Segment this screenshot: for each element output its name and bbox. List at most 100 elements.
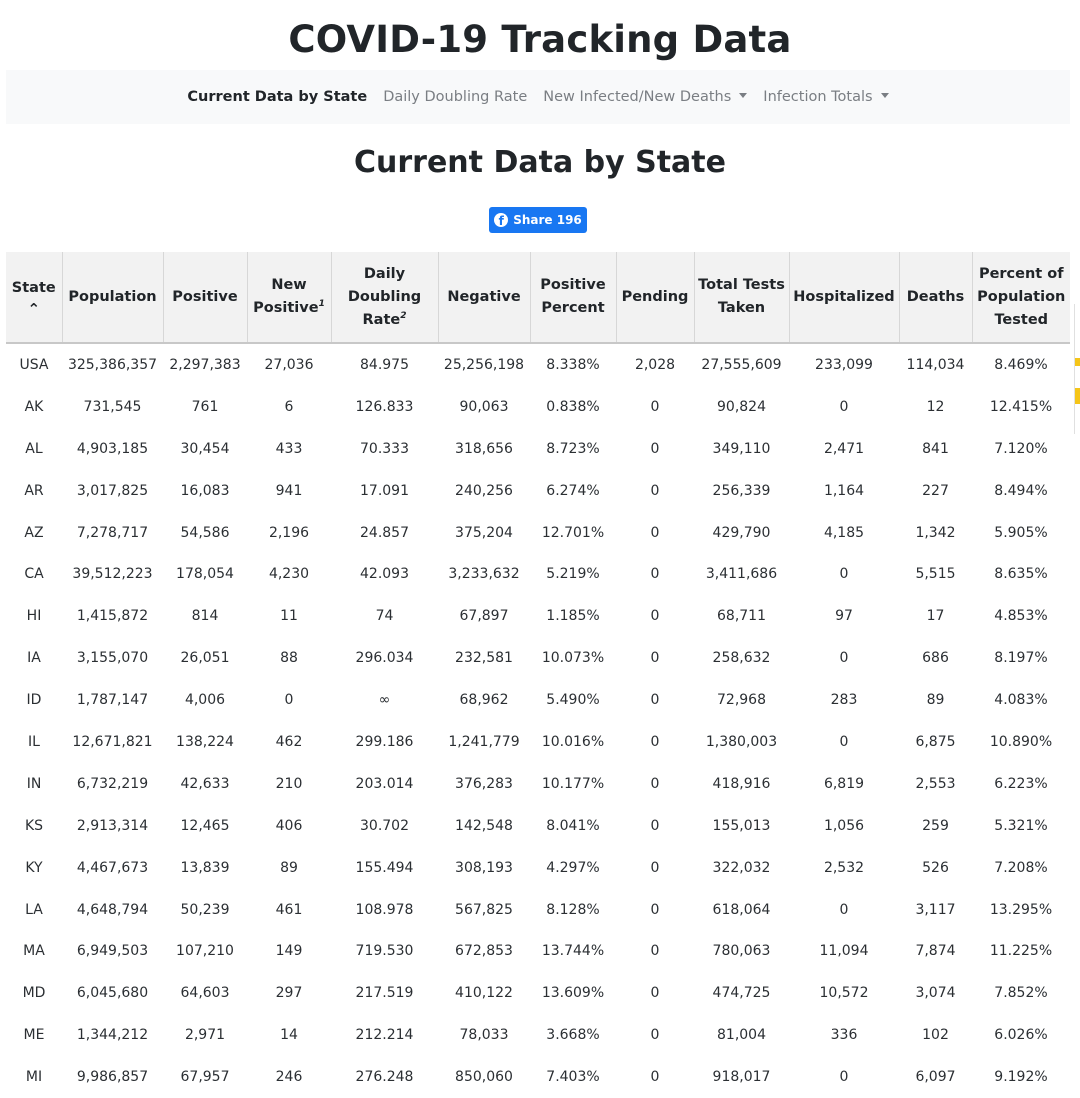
column-label: Population — [68, 288, 157, 305]
column-header-total-tests-taken[interactable]: Total Tests Taken — [694, 252, 790, 344]
column-label: Positive Percent — [540, 277, 606, 316]
data-cell: 461 — [275, 901, 303, 918]
data-cell: 6 — [284, 398, 294, 415]
data-cell: 12 — [926, 398, 945, 415]
nav-new-infected-new-deaths-dropdown[interactable]: New Infected/New Deaths — [535, 89, 755, 105]
nav-current-data-by-state[interactable]: Current Data by State — [179, 89, 375, 105]
footnote-marker: 2 — [400, 310, 407, 321]
data-cell: 4.853% — [994, 608, 1048, 625]
nav-daily-doubling-rate[interactable]: Daily Doubling Rate — [375, 89, 535, 105]
data-cell: 81,004 — [717, 1027, 766, 1044]
state-cell: AK — [24, 398, 44, 415]
column-header-positive[interactable]: Positive — [163, 252, 248, 344]
data-cell: 2,532 — [823, 859, 865, 876]
column-label: New Positive — [253, 277, 319, 316]
state-data-table: State ⌃ Population Positive New Positive1… — [6, 252, 1070, 1098]
column-header-negative[interactable]: Negative — [438, 252, 531, 344]
table-row: ID 1,787,147 4,006 0 ∞ 68,962 5.490% 0 72,968 283… — [6, 679, 1070, 721]
data-cell: 16,083 — [180, 482, 230, 499]
data-cell: 10.073% — [541, 650, 605, 667]
data-cell: 13.744% — [541, 943, 605, 960]
data-cell: 178,054 — [176, 566, 234, 583]
data-cell: 12.415% — [989, 398, 1053, 415]
site-title: COVID-19 Tracking Data — [288, 18, 792, 61]
data-cell: 6.026% — [994, 1027, 1048, 1044]
table-row: KS 2,913,314 12,465 406 30.702 142,548 8.041% 0… — [6, 805, 1070, 847]
column-header-hospitalized[interactable]: Hospitalized — [789, 252, 900, 344]
data-cell: 78,033 — [459, 1027, 509, 1044]
column-header-pending[interactable]: Pending — [616, 252, 695, 344]
state-cell: IN — [26, 775, 42, 792]
data-cell: 299.186 — [355, 733, 414, 750]
data-cell: 11.225% — [989, 943, 1053, 960]
data-cell: 114,034 — [906, 356, 965, 373]
column-header-deaths[interactable]: Deaths — [899, 252, 973, 344]
data-cell: 322,032 — [712, 859, 771, 876]
table-row: AZ 7,278,717 54,586 2,196 24.857 375,204 12.70… — [6, 512, 1070, 554]
data-cell: 12.701% — [541, 524, 605, 541]
state-cell: USA — [19, 356, 49, 373]
data-cell: 6,875 — [915, 733, 956, 750]
data-cell: 0 — [284, 692, 294, 709]
data-cell: 3,155,070 — [76, 650, 149, 667]
data-cell: 3,017,825 — [76, 482, 149, 499]
column-header-population[interactable]: Population — [62, 252, 164, 344]
data-cell: 27,555,609 — [701, 356, 782, 373]
nav-infection-totals-dropdown[interactable]: Infection Totals — [755, 89, 896, 105]
data-cell: 474,725 — [712, 985, 771, 1002]
data-cell: 308,193 — [455, 859, 513, 876]
column-header-positive-percent[interactable]: Positive Percent — [530, 252, 617, 344]
data-cell: 217.519 — [355, 985, 414, 1002]
data-cell: 2,553 — [915, 775, 956, 792]
data-cell: 349,110 — [712, 440, 771, 457]
column-header-new-positive[interactable]: New Positive1 — [247, 252, 332, 344]
data-cell: 6,819 — [823, 775, 865, 792]
scrollbar-edge[interactable] — [1074, 304, 1080, 434]
data-cell: 0 — [650, 1027, 660, 1044]
data-cell: 0 — [650, 524, 660, 541]
data-cell: 4,467,673 — [76, 859, 149, 876]
column-header-percent-tested[interactable]: Percent of Population Tested — [972, 252, 1070, 344]
state-cell: LA — [25, 901, 43, 918]
column-header-state[interactable]: State ⌃ — [6, 252, 63, 344]
state-cell: MI — [25, 1069, 43, 1086]
data-cell: 1,787,147 — [76, 692, 149, 709]
state-cell: IA — [27, 650, 41, 667]
data-cell: 0 — [650, 566, 660, 583]
data-cell: 297 — [275, 985, 303, 1002]
data-cell: 0 — [650, 775, 660, 792]
table-row: IN 6,732,219 42,633 210 203.014 376,283 10.177… — [6, 763, 1070, 805]
data-cell: 12,465 — [180, 817, 230, 834]
column-label: Pending — [621, 288, 689, 305]
data-cell: 54,586 — [180, 524, 230, 541]
data-cell: 761 — [191, 398, 219, 415]
data-cell: 42,633 — [180, 775, 230, 792]
data-cell: 6.223% — [994, 775, 1048, 792]
column-label: Deaths — [906, 288, 965, 305]
table-row: AL 4,903,185 30,454 433 70.333 318,656 8.723% 0… — [6, 428, 1070, 470]
facebook-share-button[interactable]: f Share 196 — [489, 207, 587, 233]
data-cell: 8.635% — [994, 566, 1048, 583]
data-cell: 325,386,357 — [67, 356, 158, 373]
data-cell: 10.890% — [989, 733, 1053, 750]
column-header-daily-doubling-rate[interactable]: Daily Doubling Rate2 — [331, 252, 439, 344]
data-cell: 0 — [650, 398, 660, 415]
data-cell: 5.905% — [994, 524, 1048, 541]
column-label: Daily Doubling Rate — [347, 265, 422, 328]
facebook-icon: f — [494, 213, 509, 227]
data-cell: 2,913,314 — [76, 817, 149, 834]
data-cell: 0 — [839, 1069, 849, 1086]
data-cell: 1,415,872 — [76, 608, 149, 625]
table-row: IL 12,671,821 138,224 462 299.186 1,241,779 10… — [6, 721, 1070, 763]
data-cell: 4,903,185 — [76, 440, 149, 457]
data-cell: 0 — [650, 733, 660, 750]
data-cell: 2,471 — [823, 440, 865, 457]
data-cell: 0 — [839, 650, 849, 667]
data-cell: 418,916 — [712, 775, 771, 792]
table-row: AR 3,017,825 16,083 941 17.091 240,256 6.274% 0… — [6, 470, 1070, 512]
nav-label: New Infected/New Deaths — [543, 89, 732, 105]
data-cell: 2,971 — [184, 1027, 226, 1044]
data-cell: 8.494% — [994, 482, 1048, 499]
data-cell: 0 — [650, 1069, 660, 1086]
data-cell: 10,572 — [819, 985, 869, 1002]
